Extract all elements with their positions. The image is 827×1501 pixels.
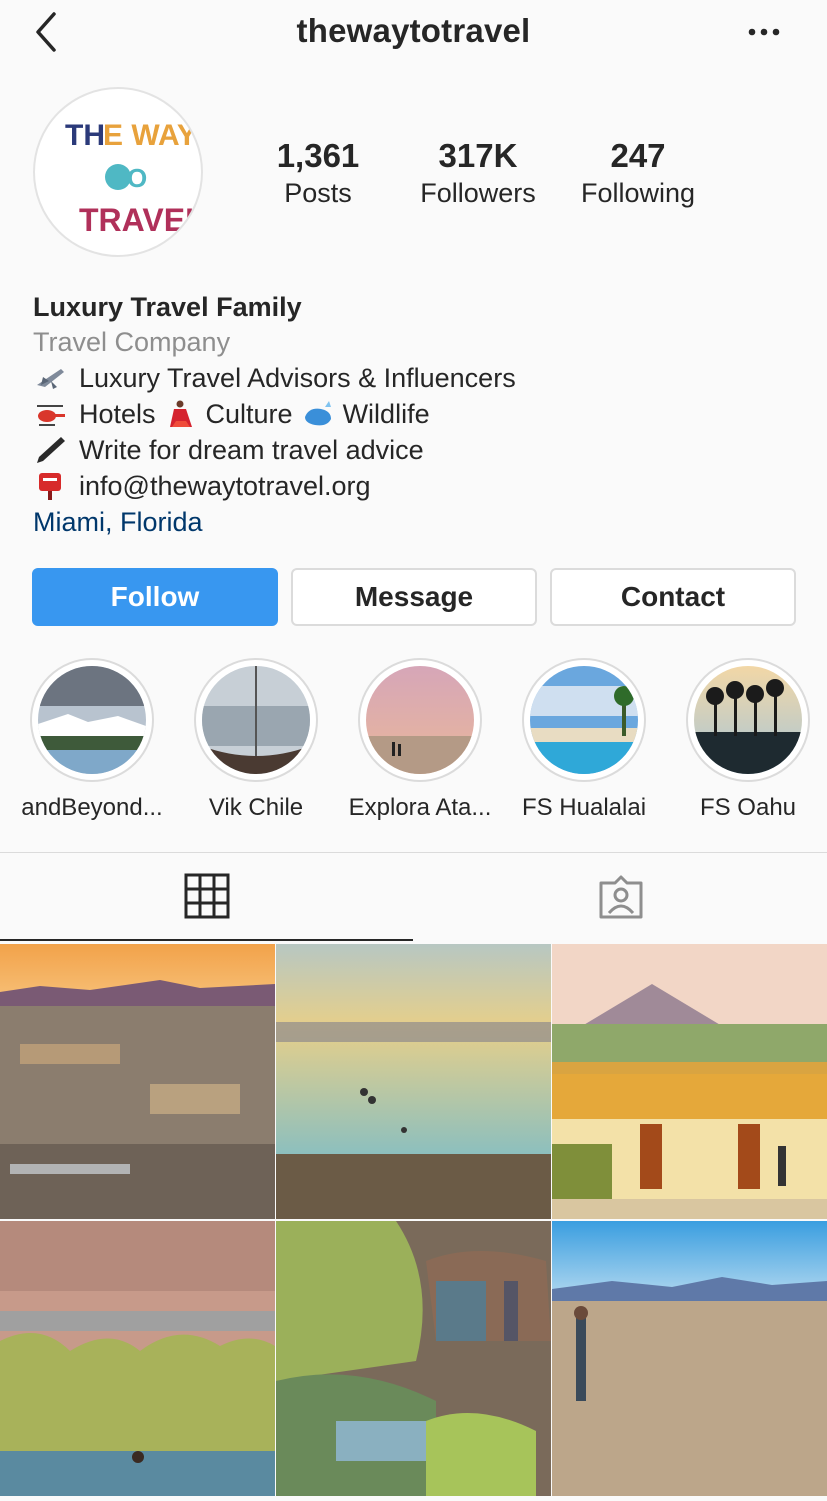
svg-text:TH: TH [65, 119, 105, 152]
highlight-cover [30, 658, 154, 782]
tab-tagged[interactable] [414, 853, 827, 941]
message-button[interactable]: Message [291, 568, 537, 626]
highlight-label: FS Oahu [699, 794, 797, 821]
post-thumbnail[interactable] [276, 1221, 551, 1496]
highlight-cover [358, 658, 482, 782]
ellipsis-icon [748, 28, 780, 36]
grid-icon [184, 873, 229, 919]
post-thumbnail[interactable] [276, 944, 551, 1219]
bio-text: info@thewaytotravel.org [79, 471, 371, 501]
stat-label: Followers [420, 178, 536, 208]
pen-icon [37, 437, 65, 463]
svg-text:E WAY: E WAY [103, 119, 197, 152]
bio-line: info@thewaytotravel.org [33, 468, 793, 504]
stat-label: Following [580, 178, 696, 208]
highlight-cover [686, 658, 810, 782]
bio-text: Luxury Travel Advisors & Influencers [79, 363, 516, 393]
bio-text: Hotels [79, 399, 156, 429]
bio-line: Write for dream travel advice [33, 432, 793, 468]
helicopter-icon [37, 405, 65, 426]
whale-icon [304, 401, 331, 426]
bio-line: Hotels Culture Wildlife [33, 396, 793, 432]
profile-display-name: Luxury Travel Family [33, 292, 302, 322]
profile-bio: Luxury Travel Family Travel Company Luxu… [33, 290, 793, 540]
posts-grid [0, 944, 827, 1496]
post-thumbnail[interactable] [0, 944, 275, 1219]
stat-followers[interactable]: 317K Followers [398, 136, 558, 210]
stat-value: 1,361 [276, 137, 360, 174]
postbox-icon [39, 473, 61, 500]
brand-logo: TH E WAY O TRAVEL [65, 119, 201, 238]
story-highlight[interactable]: Vik Chile [174, 658, 338, 822]
stat-value: 247 [610, 137, 666, 174]
highlight-label: Explora Ata... [348, 794, 492, 821]
story-highlight[interactable]: FS Oahu [666, 658, 827, 822]
more-options-button[interactable] [742, 14, 786, 50]
bio-text: Wildlife [342, 399, 430, 429]
post-thumbnail[interactable] [552, 1221, 827, 1496]
highlight-cover [522, 658, 646, 782]
bio-text: Write for dream travel advice [79, 435, 424, 465]
highlight-label: Vik Chile [208, 794, 304, 821]
highlight-label: FS Hualalai [521, 794, 647, 821]
stat-following[interactable]: 247 Following [558, 136, 718, 210]
bio-line: Luxury Travel Advisors & Influencers [33, 360, 793, 396]
story-highlight[interactable]: Explora Ata... [338, 658, 502, 822]
svg-text:O: O [127, 163, 147, 193]
bio-text: Culture [205, 399, 293, 429]
story-highlight[interactable]: FS Hualalai [502, 658, 666, 822]
profile-location-link[interactable]: Miami, Florida [33, 504, 793, 540]
post-thumbnail[interactable] [552, 944, 827, 1219]
tab-grid[interactable] [0, 853, 413, 941]
svg-text:TRAVEL: TRAVEL [79, 202, 201, 238]
airplane-icon [37, 369, 64, 389]
follow-button[interactable]: Follow [32, 568, 278, 626]
highlight-label: andBeyond... [21, 794, 163, 821]
story-highlight[interactable]: andBeyond... [10, 658, 174, 822]
profile-avatar[interactable]: TH E WAY O TRAVEL [33, 87, 203, 257]
tagged-person-icon [599, 875, 642, 919]
profile-username-title: thewaytotravel [296, 12, 531, 49]
stat-posts[interactable]: 1,361 Posts [238, 136, 398, 210]
contact-button[interactable]: Contact [550, 568, 796, 626]
dancer-icon [169, 400, 192, 427]
post-thumbnail[interactable] [0, 1221, 275, 1496]
profile-category: Travel Company [33, 327, 231, 357]
stat-label: Posts [284, 178, 352, 208]
highlight-cover [194, 658, 318, 782]
stat-value: 317K [438, 137, 518, 174]
